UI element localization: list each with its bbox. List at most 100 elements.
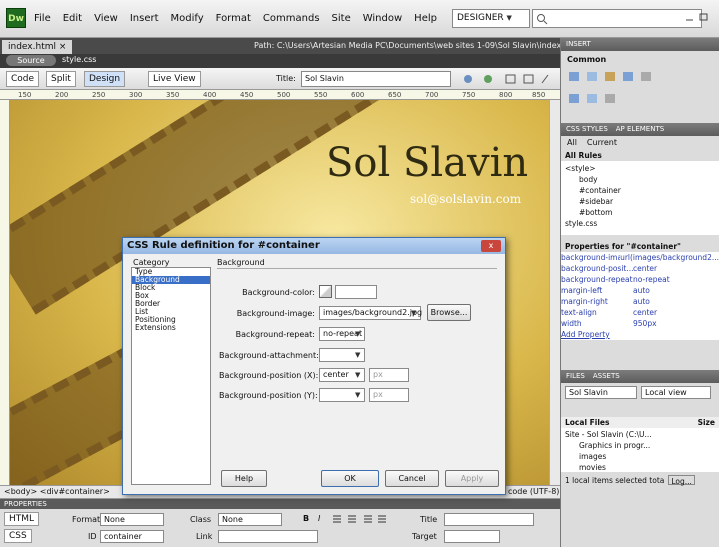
- tab-index-html[interactable]: index.html ×: [2, 40, 72, 54]
- browse-button[interactable]: Browse...: [427, 304, 471, 321]
- menu-window[interactable]: Window: [363, 13, 402, 24]
- apply-button[interactable]: Apply: [445, 470, 499, 487]
- css-property-row[interactable]: width 950px: [561, 318, 719, 329]
- dreamweaver-logo: Dw: [6, 8, 26, 28]
- insert-category-select[interactable]: Common: [567, 55, 713, 64]
- chevron-down-icon[interactable]: ▼: [355, 371, 360, 379]
- category-item[interactable]: Extensions: [132, 324, 210, 332]
- property-value[interactable]: auto: [633, 296, 650, 307]
- menu-format[interactable]: Format: [216, 13, 251, 24]
- toolbar-icons[interactable]: [462, 73, 552, 85]
- file-item[interactable]: Site - Sol Slavin (C:\U...: [565, 429, 715, 440]
- italic-button[interactable]: I: [318, 514, 320, 523]
- tab-assets[interactable]: ASSETS: [593, 370, 620, 383]
- file-item[interactable]: images: [565, 451, 715, 462]
- rule-item[interactable]: #bottom: [565, 207, 715, 218]
- id-select[interactable]: container: [100, 530, 164, 543]
- main-menu: File Edit View Insert Modify Format Comm…: [34, 13, 437, 24]
- code-view-button[interactable]: Code: [6, 71, 40, 87]
- workspace-switcher[interactable]: DESIGNER ▼: [452, 9, 530, 28]
- link-input[interactable]: [218, 530, 318, 543]
- chevron-down-icon[interactable]: ▼: [355, 391, 360, 399]
- html-mode-button[interactable]: HTML: [4, 512, 40, 526]
- css-property-row[interactable]: margin-left auto: [561, 285, 719, 296]
- property-name: margin-left: [561, 286, 603, 295]
- css-mode-button[interactable]: CSS: [4, 529, 32, 543]
- css-property-row[interactable]: background-imageurl(images/background2..…: [561, 252, 719, 263]
- document-title-input[interactable]: Sol Slavin: [301, 71, 451, 87]
- bg-image-input[interactable]: images/background2.jpg: [319, 306, 422, 320]
- rule-item[interactable]: #sidebar: [565, 196, 715, 207]
- css-property-row[interactable]: text-align center: [561, 307, 719, 318]
- section-divider: [217, 268, 497, 269]
- css-property-row[interactable]: margin-right auto: [561, 296, 719, 307]
- live-view-button[interactable]: Live View: [148, 71, 201, 87]
- title-prop-input[interactable]: [444, 513, 534, 526]
- add-property-link[interactable]: Add Property: [561, 329, 719, 340]
- horizontal-ruler: 150 200 250 300 350 400 450 500 550 600 …: [0, 90, 560, 100]
- site-select[interactable]: Sol Slavin: [565, 386, 637, 399]
- split-view-button[interactable]: Split: [46, 71, 76, 87]
- menu-site[interactable]: Site: [332, 13, 351, 24]
- local-files-column[interactable]: Local Files: [565, 417, 609, 428]
- chevron-down-icon[interactable]: ▼: [355, 330, 360, 338]
- css-property-row[interactable]: background-repeat no-repeat: [561, 274, 719, 285]
- property-name: background-image: [561, 253, 621, 262]
- property-value[interactable]: auto: [633, 285, 650, 296]
- menu-insert[interactable]: Insert: [130, 13, 159, 24]
- insert-panel-header[interactable]: INSERT: [561, 38, 719, 51]
- chevron-down-icon[interactable]: ▼: [355, 351, 360, 359]
- ruler-mark: 850: [532, 91, 546, 99]
- rule-item[interactable]: <style>: [565, 163, 715, 174]
- minimize-close-icon[interactable]: [684, 12, 714, 22]
- view-select[interactable]: Local view: [641, 386, 711, 399]
- property-value[interactable]: 950px: [633, 318, 657, 329]
- rule-item[interactable]: #container: [565, 185, 715, 196]
- source-code-button[interactable]: Source Code: [6, 55, 56, 76]
- property-value[interactable]: center: [633, 263, 657, 274]
- chevron-down-icon[interactable]: ▼: [411, 309, 416, 317]
- log-button[interactable]: Log...: [668, 475, 695, 486]
- related-file-style-css[interactable]: style.css: [62, 55, 96, 64]
- menu-edit[interactable]: Edit: [63, 13, 82, 24]
- help-search-input[interactable]: [532, 9, 702, 28]
- help-button[interactable]: Help: [221, 470, 267, 487]
- list-indent-icons[interactable]: [332, 514, 388, 524]
- bg-position-x-unit[interactable]: px: [369, 368, 409, 382]
- close-icon[interactable]: x: [481, 240, 501, 252]
- menu-view[interactable]: View: [94, 13, 118, 24]
- design-view-button[interactable]: Design: [84, 71, 126, 87]
- size-column[interactable]: Size: [698, 417, 715, 428]
- bold-button[interactable]: B: [303, 514, 309, 523]
- document-path: Path: C:\Users\Artesian Media PC\Documen…: [254, 41, 583, 50]
- ok-button[interactable]: OK: [321, 470, 379, 487]
- menu-modify[interactable]: Modify: [171, 13, 204, 24]
- files-status: 1 local items selected tota Log...: [561, 472, 719, 488]
- bg-position-y-unit[interactable]: px: [369, 388, 409, 402]
- rule-item[interactable]: style.css: [565, 218, 715, 229]
- format-select[interactable]: None: [100, 513, 164, 526]
- bg-color-swatch[interactable]: [319, 285, 332, 298]
- menu-help[interactable]: Help: [414, 13, 437, 24]
- cancel-button[interactable]: Cancel: [385, 470, 439, 487]
- all-rules-toggle[interactable]: All: [567, 138, 577, 148]
- window-controls[interactable]: [684, 12, 714, 25]
- target-select[interactable]: [444, 530, 500, 543]
- property-value[interactable]: center: [633, 307, 657, 318]
- menu-file[interactable]: File: [34, 13, 51, 24]
- file-item[interactable]: Graphics in progr...: [565, 440, 715, 451]
- tab-files[interactable]: FILES: [566, 370, 585, 383]
- rule-item[interactable]: body: [565, 174, 715, 185]
- css-property-row[interactable]: background-posit... center: [561, 263, 719, 274]
- site-heading: Sol Slavin: [326, 140, 529, 186]
- property-value[interactable]: url(images/background2...: [620, 252, 719, 263]
- insert-object-icons[interactable]: [567, 64, 707, 114]
- tab-css-styles[interactable]: CSS STYLES: [566, 123, 608, 136]
- bg-color-input[interactable]: [335, 285, 377, 299]
- class-select[interactable]: None: [218, 513, 282, 526]
- menu-commands[interactable]: Commands: [263, 13, 320, 24]
- property-value[interactable]: no-repeat: [633, 274, 670, 285]
- canvas-scrollbar[interactable]: [549, 100, 560, 485]
- current-toggle[interactable]: Current: [587, 138, 617, 148]
- tab-ap-elements[interactable]: AP ELEMENTS: [616, 123, 664, 136]
